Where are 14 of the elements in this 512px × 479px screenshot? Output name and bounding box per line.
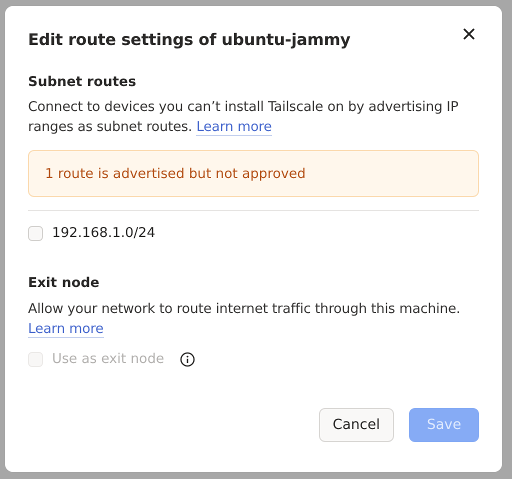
info-icon[interactable] [180,352,196,366]
section-heading: Exit node [28,275,100,291]
warning-text: 1 route is advertised but not approved [45,166,306,182]
dialog-title: Edit route settings of ubuntu-jammy [28,30,350,49]
checkbox-label: 192.168.1.0/24 [52,225,156,241]
checkbox-label: Use as exit node [52,351,164,367]
section-description: Allow your network to route internet traffic through this machine. Learn more [28,300,462,339]
learn-more-link[interactable]: Learn more [28,320,104,338]
learn-more-link[interactable]: Learn more [196,118,272,136]
cancel-button[interactable]: Cancel [318,408,394,442]
section-description: Connect to devices you can’t install Tailscale on by advertising IP ranges as subnet routes. Learn more [28,98,460,137]
section-heading: Subnet routes [28,74,138,90]
checkbox[interactable] [28,226,43,240]
close-icon[interactable] [462,27,476,41]
